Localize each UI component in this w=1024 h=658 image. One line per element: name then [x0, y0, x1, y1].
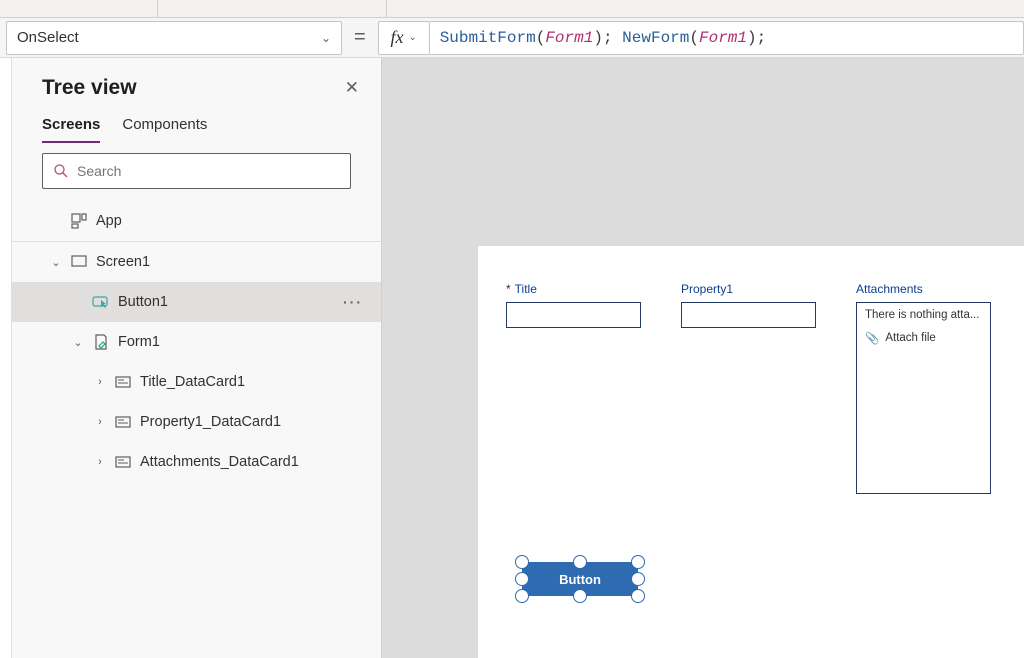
formula-token: SubmitForm — [440, 29, 536, 47]
button-icon — [92, 293, 110, 311]
tree-view-title: Tree view — [42, 76, 137, 100]
equals-sign: = — [342, 26, 378, 49]
formula-token: ) — [593, 29, 603, 47]
resize-handle-icon[interactable] — [573, 555, 587, 569]
formula-token: Form1 — [699, 29, 747, 47]
formula-bar: OnSelect ⌄ = fx ⌄ SubmitForm(Form1); New… — [0, 18, 1024, 58]
field-property1: Property1 — [681, 282, 816, 494]
main-area: Tree view ✕ Screens Components › App — [0, 58, 1024, 658]
tree-view-panel: Tree view ✕ Screens Components › App — [12, 58, 382, 658]
fx-button[interactable]: fx ⌄ — [378, 21, 430, 55]
screen-icon — [70, 253, 88, 271]
field-label-text: Attachments — [856, 282, 923, 296]
app-canvas[interactable]: * Title Property1 Attachments — [478, 246, 1024, 658]
required-indicator: * — [506, 282, 511, 296]
close-icon[interactable]: ✕ — [345, 78, 359, 98]
tree-node-attachments-datacard[interactable]: › Attachments_DataCard1 — [12, 442, 381, 482]
chevron-down-icon: ⌄ — [408, 32, 416, 43]
tree-node-button1[interactable]: › Button1 ··· — [12, 282, 381, 322]
fx-label: fx — [390, 27, 403, 48]
title-input[interactable] — [506, 302, 641, 328]
resize-handle-icon[interactable] — [515, 555, 529, 569]
left-rail — [0, 58, 12, 658]
formula-token: ( — [689, 29, 699, 47]
property-dropdown[interactable]: OnSelect ⌄ — [6, 21, 342, 55]
resize-handle-icon[interactable] — [515, 572, 529, 586]
search-input[interactable] — [42, 153, 351, 189]
tree-node-screen1[interactable]: ⌄ Screen1 — [12, 242, 381, 282]
tree-node-label: App — [96, 213, 363, 229]
form1: * Title Property1 Attachments — [506, 282, 1024, 494]
tree-list: › App ⌄ Screen1 › — [12, 201, 381, 482]
search-field[interactable] — [77, 163, 340, 179]
app-icon — [70, 212, 88, 230]
more-icon[interactable]: ··· — [343, 294, 363, 310]
button1-label: Button — [559, 572, 601, 587]
chevron-down-icon[interactable]: ⌄ — [72, 336, 84, 349]
chevron-right-icon[interactable]: › — [94, 376, 106, 388]
attach-file-label: Attach file — [885, 332, 936, 344]
resize-handle-icon[interactable] — [515, 589, 529, 603]
paperclip-icon: 📎 — [865, 331, 879, 345]
formula-token: NewForm — [622, 29, 689, 47]
selected-button-control[interactable]: Button — [522, 562, 638, 596]
attach-file-row[interactable]: 📎 Attach file — [865, 331, 982, 345]
datacard-icon — [114, 413, 132, 431]
formula-input[interactable]: SubmitForm(Form1); NewForm(Form1); — [430, 21, 1024, 55]
formula-token: ; — [603, 29, 613, 47]
tree-node-label: Form1 — [118, 334, 363, 350]
property1-input[interactable] — [681, 302, 816, 328]
tree-node-label: Attachments_DataCard1 — [140, 454, 363, 470]
tree-node-app[interactable]: › App — [12, 201, 381, 241]
form-icon — [92, 333, 110, 351]
field-label-text: Property1 — [681, 282, 733, 296]
tree-node-form1[interactable]: ⌄ Form1 — [12, 322, 381, 362]
datacard-icon — [114, 373, 132, 391]
canvas-area[interactable]: * Title Property1 Attachments — [382, 58, 1024, 658]
search-icon — [53, 163, 69, 179]
field-attachments: Attachments There is nothing atta... 📎 A… — [856, 282, 991, 494]
resize-handle-icon[interactable] — [631, 589, 645, 603]
tree-node-label: Screen1 — [96, 254, 363, 270]
tab-screens[interactable]: Screens — [42, 116, 100, 143]
formula-token: ) — [747, 29, 757, 47]
chevron-right-icon[interactable]: › — [94, 456, 106, 468]
attachments-empty-text: There is nothing atta... — [865, 309, 982, 321]
tree-node-property1-datacard[interactable]: › Property1_DataCard1 — [12, 402, 381, 442]
property-dropdown-label: OnSelect — [17, 29, 79, 46]
formula-token — [613, 29, 623, 47]
field-title: * Title — [506, 282, 641, 494]
resize-handle-icon[interactable] — [631, 555, 645, 569]
resize-handle-icon[interactable] — [631, 572, 645, 586]
chevron-right-icon[interactable]: › — [94, 416, 106, 428]
datacard-icon — [114, 453, 132, 471]
tree-node-label: Property1_DataCard1 — [140, 414, 363, 430]
tree-node-label: Button1 — [118, 294, 335, 310]
formula-token: Form1 — [545, 29, 593, 47]
chevron-down-icon[interactable]: ⌄ — [50, 256, 62, 269]
attachments-box[interactable]: There is nothing atta... 📎 Attach file — [856, 302, 991, 494]
chevron-down-icon: ⌄ — [321, 31, 331, 45]
resize-handle-icon[interactable] — [573, 589, 587, 603]
tree-node-title-datacard[interactable]: › Title_DataCard1 — [12, 362, 381, 402]
tree-node-label: Title_DataCard1 — [140, 374, 363, 390]
tab-components[interactable]: Components — [122, 116, 207, 143]
formula-token: ( — [536, 29, 546, 47]
field-label-text: Title — [515, 282, 537, 296]
ribbon-placeholder — [0, 0, 1024, 18]
formula-token: ; — [757, 29, 767, 47]
